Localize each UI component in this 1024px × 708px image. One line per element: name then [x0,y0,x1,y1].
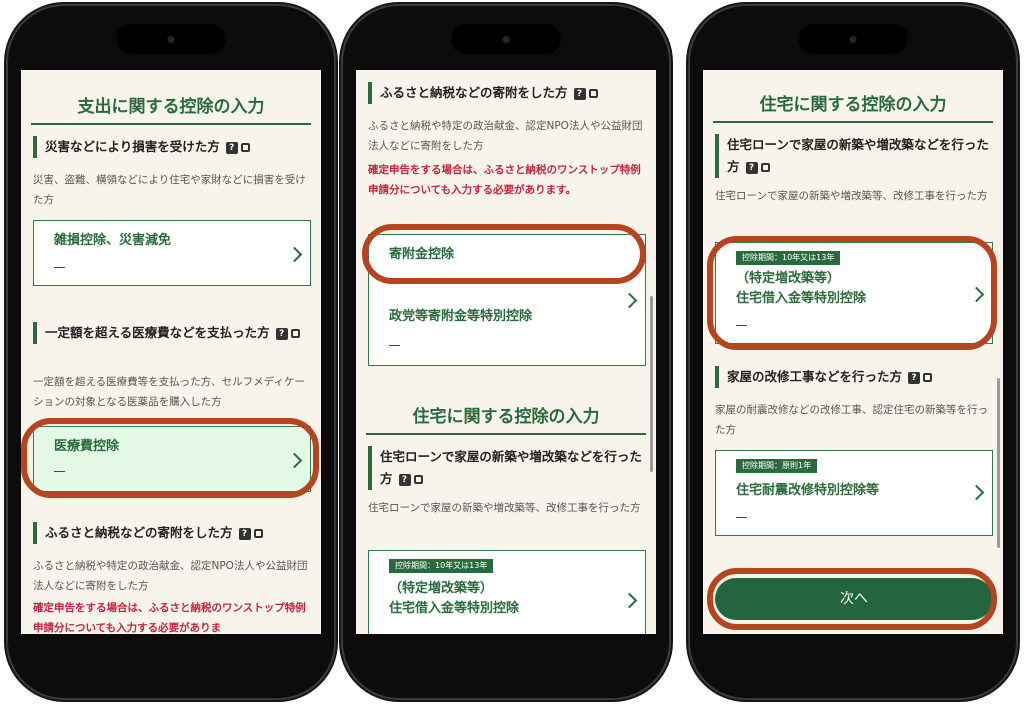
book-icon[interactable] [253,529,263,538]
book-icon[interactable] [240,143,250,152]
warning-donation: 確定申告をする場合は、ふるさと納税のワンストップ特例申請分についても入力する必要… [368,164,641,196]
question-icon[interactable]: ? [225,141,238,154]
question-icon[interactable]: ? [275,327,288,340]
screen-1: 支出に関する控除の入力 災害などにより損害を受けた方? 災害、盗難、横領などによ… [21,70,321,634]
question-icon[interactable]: ? [573,87,586,100]
card-label: 雑損控除、災害減免 [54,233,172,248]
phone-frame-2: ふるさと納税などの寄附をした方? ふるさと納税や特定の政治献金、認定NPO法人や… [343,6,669,698]
period-badge: 控除期間：原則1年 [736,459,818,473]
scrollbar[interactable] [997,378,1000,548]
heading-donation-text: ふるさと納税などの寄附をした方 [45,525,233,540]
chevron-right-icon [621,592,638,609]
description-medical: 一定額を超える医療費等を支払った方、セルフメディケーションの対象となる医薬品を購… [33,376,305,408]
heading-disaster-text: 災害などにより損害を受けた方 [45,139,220,154]
heading-donation: ふるさと納税などの寄附をした方? [368,82,648,104]
description-donation: ふるさと納税や特定の政治献金、認定NPO法人や公益財団法人などに寄附をした方 [33,560,308,592]
card-medical-deduction[interactable]: 医療費控除 [33,426,311,492]
section-title-housing: 住宅に関する控除の入力 [366,402,646,435]
next-button[interactable]: 次へ [715,578,993,620]
heading-disaster: 災害などにより損害を受けた方? [33,136,313,158]
status-area [690,6,1016,70]
card-value-dash [54,471,65,472]
description-disaster: 災害、盗難、横領などにより住宅や家財などに損害を受けた方 [33,174,306,206]
book-icon[interactable] [588,89,598,98]
camera-icon [502,36,510,43]
heading-donation-text: ふるさと納税などの寄附をした方 [380,85,568,100]
phone-frame-1: 支出に関する控除の入力 災害などにより損害を受けた方? 災害、盗難、横領などによ… [8,6,334,698]
heading-donation: ふるさと納税などの寄附をした方? [33,522,313,544]
card-value-dash [736,325,747,326]
card-label-line2: 住宅借入金等特別控除 [736,291,867,306]
card-label: 医療費控除 [54,439,120,454]
book-icon[interactable] [923,373,933,382]
chevron-right-icon [621,292,638,309]
heading-renovation-text: 家屋の改修工事などを行った方 [727,369,903,384]
description-donation: ふるさと納税や特定の政治献金、認定NPO法人や公益財団法人などに寄附をした方 [368,120,643,152]
status-area [343,6,669,70]
period-badge: 控除期間：10年又は13年 [736,251,841,265]
card-label-donation-deduction[interactable]: 寄附金控除 [389,245,454,265]
section-title-housing: 住宅に関する控除の入力 [713,90,993,123]
card-label-line1: （特定増改築等） [389,581,494,596]
section-title-expenses: 支出に関する控除の入力 [31,92,311,125]
question-icon[interactable]: ? [238,527,251,540]
card-label-line2: 住宅借入金等特別控除 [389,601,520,616]
scrollbar[interactable] [650,296,653,472]
card-label-line1: （特定増改築等） [736,271,841,286]
heading-medical: 一定額を超える医療費などを支払った方? [33,322,313,344]
description-housing-loan: 住宅ローンで家屋の新築や増改築等、改修工事を行った方 [715,190,988,202]
card-housing-loan-deduction[interactable]: 控除期間：10年又は13年 （特定増改築等） 住宅借入金等特別控除 [715,242,993,344]
phone-frame-3: 住宅に関する控除の入力 住宅ローンで家屋の新築や増改築などを行った方? 住宅ロー… [690,6,1016,698]
card-casualty-deduction[interactable]: 雑損控除、災害減免 [33,220,311,286]
screen-2: ふるさと納税などの寄附をした方? ふるさと納税や特定の政治献金、認定NPO法人や… [356,70,656,634]
camera-icon [167,36,175,43]
card-value-dash [736,517,747,518]
chevron-right-icon [968,286,985,303]
screen-3: 住宅に関する控除の入力 住宅ローンで家屋の新築や増改築などを行った方? 住宅ロー… [703,70,1003,634]
book-icon[interactable] [413,475,423,484]
book-icon[interactable] [760,163,770,172]
question-icon[interactable]: ? [908,371,921,384]
camera-icon [849,36,857,43]
description-housing-loan: 住宅ローンで家屋の新築や増改築等、改修工事を行った方 [368,502,641,514]
question-icon[interactable]: ? [398,473,411,486]
card-housing-loan-deduction[interactable]: 控除期間：10年又は13年 （特定増改築等） 住宅借入金等特別控除 [368,550,646,634]
description-renovation: 家屋の耐震改修などの改修工事、認定住宅の新築等を行った方 [715,404,988,436]
heading-housing-loan: 住宅ローンで家屋の新築や増改築などを行った方? [715,134,995,178]
heading-housing-loan: 住宅ローンで家屋の新築や増改築などを行った方? [368,446,648,490]
card-value-dash [389,345,400,346]
chevron-right-icon [286,452,303,469]
chevron-right-icon [286,246,303,263]
card-group-donation: 寄附金控除 政党等寄附金等特別控除 [368,234,646,366]
heading-renovation: 家屋の改修工事などを行った方? [715,366,995,388]
heading-medical-text: 一定額を超える医療費などを支払った方 [45,325,270,340]
warning-donation: 確定申告をする場合は、ふるさと納税のワンストップ特例申請分についても入力する必要… [33,602,306,634]
period-badge: 控除期間：10年又は13年 [389,559,494,573]
question-icon[interactable]: ? [745,161,758,174]
chevron-right-icon [968,484,985,501]
card-value-dash [54,267,65,268]
card-label: 住宅耐震改修特別控除等 [736,483,880,498]
card-earthquake-renovation-deduction[interactable]: 控除期間：原則1年 住宅耐震改修特別控除等 [715,450,993,536]
card-label-political-donation[interactable]: 政党等寄附金等特別控除 [389,307,532,327]
book-icon[interactable] [290,329,300,338]
status-area [8,6,334,70]
